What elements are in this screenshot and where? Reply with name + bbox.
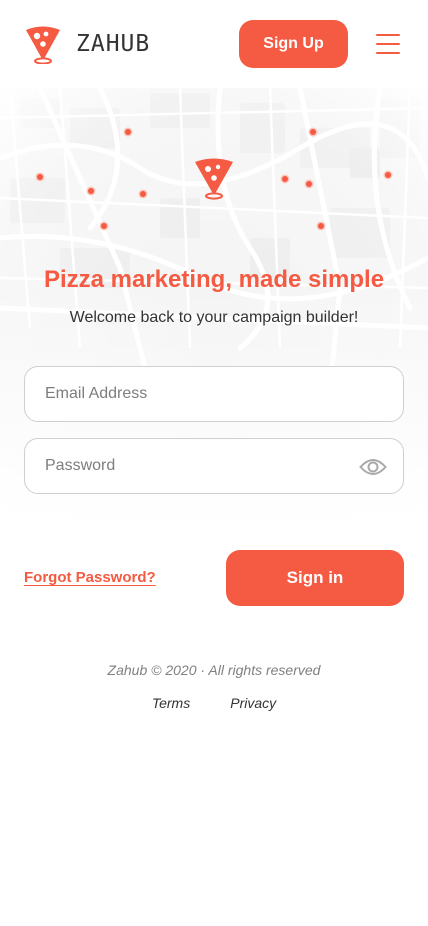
menu-line bbox=[376, 34, 400, 36]
password-field-container bbox=[24, 438, 404, 494]
privacy-link[interactable]: Privacy bbox=[230, 695, 276, 711]
sign-in-button[interactable]: Sign in bbox=[226, 550, 404, 606]
terms-link[interactable]: Terms bbox=[152, 695, 190, 711]
menu-line bbox=[376, 43, 400, 45]
sign-up-button[interactable]: Sign Up bbox=[239, 20, 348, 68]
pizza-pin-icon bbox=[26, 26, 60, 64]
page-subtitle: Welcome back to your campaign builder! bbox=[69, 309, 359, 326]
menu-line bbox=[376, 52, 400, 54]
page-title: Pizza marketing, made simple bbox=[43, 266, 385, 293]
email-field[interactable] bbox=[25, 367, 403, 421]
brand-logo[interactable]: ZAHUB bbox=[24, 24, 150, 64]
copyright-text: Zahub © 2020 · All rights reserved bbox=[107, 662, 321, 678]
hamburger-menu-icon[interactable] bbox=[374, 30, 402, 58]
forgot-password-link[interactable]: Forgot Password? bbox=[24, 569, 156, 586]
password-field[interactable] bbox=[25, 439, 403, 493]
email-field-container bbox=[24, 366, 404, 422]
eye-icon[interactable] bbox=[359, 454, 387, 480]
brand-name: ZAHUB bbox=[76, 31, 151, 57]
login-page: ZAHUB Sign Up Pizza marketing, made simp… bbox=[0, 0, 428, 926]
app-header: ZAHUB Sign Up bbox=[0, 0, 428, 88]
footer-links: Terms Privacy bbox=[0, 695, 428, 711]
